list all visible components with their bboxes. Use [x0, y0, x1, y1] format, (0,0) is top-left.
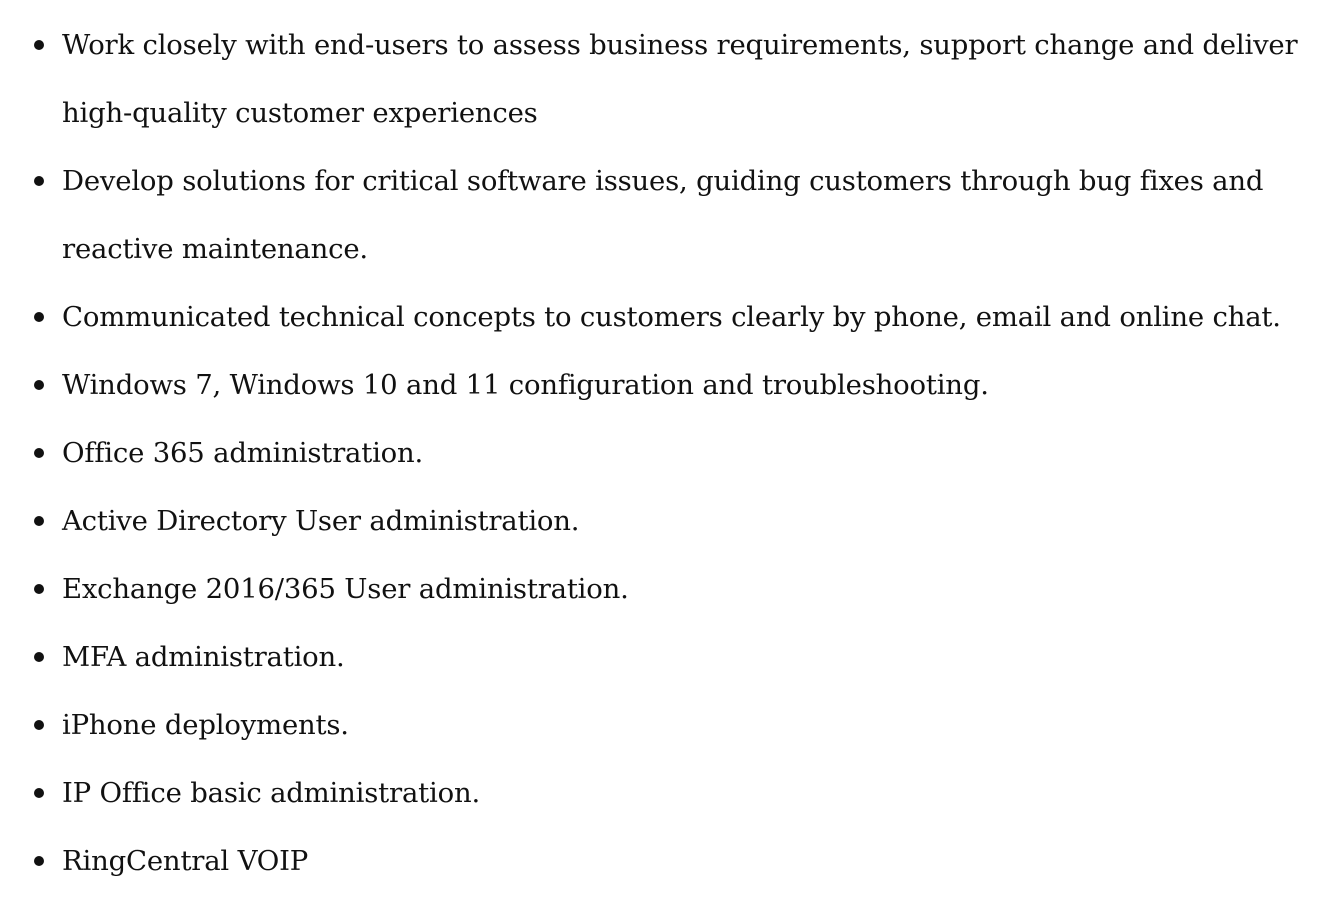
list-item-text: Active Directory User administration.: [62, 505, 580, 537]
bullet-point-icon: [34, 516, 44, 526]
list-item-text: RingCentral VOIP: [62, 845, 309, 877]
list-item-text: iPhone deployments.: [62, 709, 349, 741]
list-item-text: MFA administration.: [62, 641, 345, 673]
bullet-point-icon: [34, 720, 44, 730]
list-item-text: Windows 7, Windows 10 and 11 configurati…: [62, 369, 989, 401]
list-item-text: Communicated technical concepts to custo…: [62, 301, 1281, 333]
list-item: Office 365 administration.: [0, 419, 1336, 487]
bullet-point-icon: [34, 312, 44, 322]
list-item: IP Office basic administration.: [0, 759, 1336, 827]
list-item: Exchange 2016/365 User administration.: [0, 555, 1336, 623]
list-item: iPhone deployments.: [0, 691, 1336, 759]
bullet-list: Work closely with end-users to assess bu…: [0, 11, 1336, 895]
bullet-point-icon: [34, 448, 44, 458]
list-item: Develop solutions for critical software …: [0, 147, 1336, 283]
list-item: RingCentral VOIP: [0, 827, 1336, 895]
bullet-point-icon: [34, 856, 44, 866]
bullet-point-icon: [34, 584, 44, 594]
list-item: Active Directory User administration.: [0, 487, 1336, 555]
document-page: Work closely with end-users to assess bu…: [0, 0, 1336, 922]
list-item-text: Office 365 administration.: [62, 437, 424, 469]
list-item: MFA administration.: [0, 623, 1336, 691]
list-item-text: Exchange 2016/365 User administration.: [62, 573, 629, 605]
bullet-point-icon: [34, 176, 44, 186]
list-item-text: high-quality customer experiences: [62, 97, 538, 129]
bullet-point-icon: [34, 40, 44, 50]
list-item: Windows 7, Windows 10 and 11 configurati…: [0, 351, 1336, 419]
list-item-text: IP Office basic administration.: [62, 777, 481, 809]
list-item-text: Develop solutions for critical software …: [62, 165, 1264, 197]
list-item-text: Work closely with end-users to assess bu…: [62, 29, 1298, 61]
list-item: Communicated technical concepts to custo…: [0, 283, 1336, 351]
list-item: Work closely with end-users to assess bu…: [0, 11, 1336, 147]
bullet-point-icon: [34, 788, 44, 798]
bullet-point-icon: [34, 380, 44, 390]
bullet-point-icon: [34, 652, 44, 662]
list-item-text: reactive maintenance.: [62, 233, 368, 265]
